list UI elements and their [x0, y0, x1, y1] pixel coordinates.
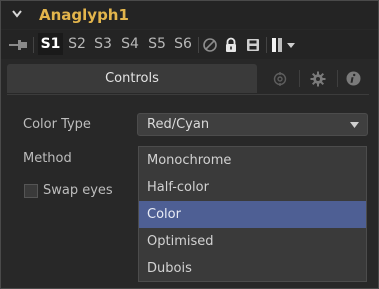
- method-option-monochrome[interactable]: Monochrome: [139, 147, 366, 174]
- tab-info[interactable]: [337, 64, 369, 93]
- color-type-select[interactable]: Red/Cyan: [137, 113, 368, 136]
- node-title: Anaglyph1: [39, 6, 129, 24]
- lock-icon[interactable]: [223, 37, 239, 53]
- tab-controls[interactable]: Controls: [7, 64, 257, 93]
- node-header[interactable]: Anaglyph1: [1, 1, 378, 29]
- collapse-arrow-icon[interactable]: [11, 8, 23, 20]
- chevron-down-icon: [287, 43, 295, 48]
- version-toolbar: S1 S2 S3 S4 S5 S6: [1, 30, 378, 59]
- inspector-tab-bar: Controls: [7, 64, 369, 95]
- method-dropdown-list: Monochrome Half-color Color Optimised Du…: [138, 146, 367, 282]
- toolbar-divider: [266, 37, 267, 53]
- method-option-optimised[interactable]: Optimised: [139, 228, 366, 255]
- chevron-down-icon: [350, 122, 359, 128]
- toolbar-divider: [33, 37, 34, 53]
- version-tab-s3[interactable]: S3: [91, 33, 115, 55]
- disable-icon[interactable]: [202, 37, 218, 53]
- color-swatch-icon: [272, 38, 276, 52]
- color-type-value: Red/Cyan: [147, 117, 210, 132]
- swap-eyes-label[interactable]: Swap eyes: [43, 183, 113, 199]
- method-option-color[interactable]: Color: [139, 201, 366, 228]
- pin-icon[interactable]: [9, 39, 29, 51]
- save-icon[interactable]: [245, 37, 261, 53]
- method-label: Method: [23, 151, 72, 166]
- version-tab-s4[interactable]: S4: [118, 33, 142, 55]
- version-tab-s2[interactable]: S2: [65, 33, 89, 55]
- settings-gear-icon: [310, 71, 326, 86]
- info-icon: [346, 71, 360, 86]
- method-option-half-color[interactable]: Half-color: [139, 174, 366, 201]
- tab-modifiers[interactable]: [262, 64, 298, 93]
- version-tab-s1[interactable]: S1: [38, 33, 63, 55]
- toolbar-divider: [198, 37, 199, 53]
- version-tab-s5[interactable]: S5: [145, 33, 169, 55]
- method-option-dubois[interactable]: Dubois: [139, 255, 366, 282]
- version-tab-s6[interactable]: S6: [171, 33, 195, 55]
- tab-settings[interactable]: [300, 64, 336, 93]
- swap-eyes-checkbox[interactable]: [24, 184, 38, 198]
- modifiers-icon: [273, 71, 287, 86]
- color-swatch-button[interactable]: [270, 35, 300, 55]
- color-type-label: Color Type: [23, 117, 91, 132]
